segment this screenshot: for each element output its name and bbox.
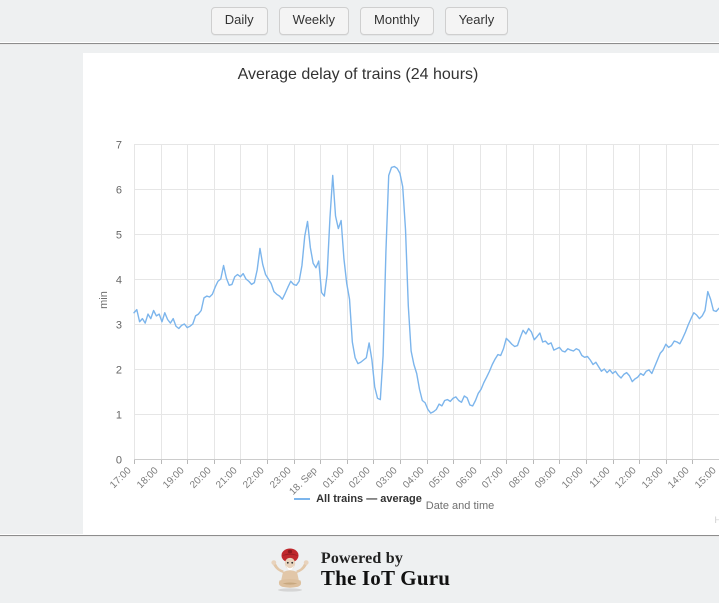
x-tick-label: 02:00	[347, 465, 373, 491]
guru-logo-icon	[269, 547, 311, 593]
tab-weekly[interactable]: Weekly	[279, 7, 349, 35]
x-tick-label: 21:00	[214, 465, 240, 491]
powered-by-label: Powered by	[321, 551, 450, 568]
tab-daily[interactable]: Daily	[211, 7, 268, 35]
x-tick-label: 19:00	[161, 465, 187, 491]
x-tick-label: 08:00	[507, 465, 533, 491]
chart-panel: Average delay of trains (24 hours) 01234…	[83, 53, 719, 535]
y-tick-3: 3	[116, 320, 122, 332]
y-axis-title: min	[98, 291, 110, 309]
x-tick-label: 07:00	[480, 465, 506, 491]
x-tick-label: 09:00	[533, 465, 559, 491]
x-tick-label: 18:00	[135, 465, 161, 491]
footer: Powered by The IoT Guru	[0, 537, 719, 603]
brand-name-label: The IoT Guru	[321, 567, 450, 589]
tab-monthly[interactable]: Monthly	[360, 7, 434, 35]
y-tick-4: 4	[116, 275, 122, 287]
y-axis-tick-labels: 0 1 2 3 4 5 6 7	[116, 140, 122, 467]
x-tick-label: 17:00	[108, 465, 134, 491]
x-tick-label: 14:00	[666, 465, 692, 491]
y-tick-7: 7	[116, 140, 122, 152]
x-tick-label: 06:00	[454, 465, 480, 491]
chart-region: Average delay of trains (24 hours) 01234…	[0, 45, 719, 534]
chart-credit[interactable]: H	[715, 515, 719, 525]
period-tab-bar: Daily Weekly Monthly Yearly	[0, 0, 719, 42]
x-tick-label: 05:00	[427, 465, 453, 491]
y-tick-0: 0	[116, 455, 122, 467]
x-tick-label: 11:00	[588, 465, 613, 490]
delay-line-chart[interactable]: 0 1 2 3 4 5 6 7 17:0018:0019:0020:0021:0022:00 2…	[0, 45, 719, 527]
chart-gridlines	[134, 144, 719, 464]
x-tick-label: 13:00	[640, 465, 666, 491]
footer-text-block: Powered by The IoT Guru	[321, 551, 450, 590]
x-tick-label: 12:00	[613, 465, 639, 491]
y-tick-5: 5	[116, 230, 122, 242]
x-tick-label: 03:00	[374, 465, 400, 491]
chart-legend: All trains — average	[83, 493, 633, 505]
x-tick-label: 20:00	[188, 465, 214, 491]
x-tick-label: 01:00	[321, 465, 347, 491]
x-tick-label: 22:00	[241, 465, 267, 491]
series-line-all-trains-average	[134, 167, 719, 414]
x-tick-label: 04:00	[401, 465, 427, 491]
legend-item-all-trains-average[interactable]: All trains — average	[316, 493, 422, 505]
y-tick-6: 6	[116, 185, 122, 197]
tab-yearly[interactable]: Yearly	[445, 7, 509, 35]
y-tick-2: 2	[116, 365, 122, 377]
legend-line-swatch	[294, 498, 310, 500]
x-tick-label: 15:00	[693, 465, 719, 491]
x-tick-label: 10:00	[560, 465, 586, 491]
y-tick-1: 1	[116, 410, 122, 422]
